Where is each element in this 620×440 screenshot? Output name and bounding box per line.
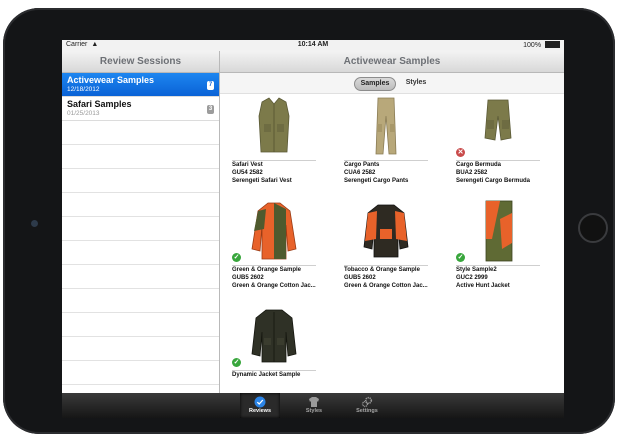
tab-label: Styles <box>305 408 323 414</box>
empty-row <box>62 145 219 169</box>
sample-name: Cargo Pants <box>344 162 380 168</box>
session-badge: 7 <box>207 81 214 90</box>
sample-desc: Active Hunt Jacket <box>456 283 510 289</box>
home-button[interactable] <box>578 213 608 243</box>
reviews-icon <box>254 396 266 408</box>
sample-desc: Serengeti Cargo Pants <box>344 178 409 184</box>
sessions-panel: Review Sessions Activewear Samples 12/18… <box>62 51 220 393</box>
sample-card[interactable]: Cargo Pants CUA6 2582 Serengeti Cargo Pa… <box>336 94 436 185</box>
sample-name: Green & Orange Sample <box>232 267 302 273</box>
tab-reviews[interactable]: Reviews <box>240 393 280 418</box>
sample-desc: Green & Orange Cotton Jac... <box>344 283 428 289</box>
camera-icon <box>31 220 38 227</box>
session-title: Activewear Samples <box>67 75 155 85</box>
session-date: 12/18/2012 <box>67 86 100 93</box>
empty-row <box>62 289 219 313</box>
jacket-icon <box>251 202 297 260</box>
jacket-icon <box>363 204 409 258</box>
sample-code: CUA6 2582 <box>344 170 376 176</box>
pants-icon <box>375 97 397 155</box>
approved-icon: ✓ <box>232 358 241 367</box>
samples-panel: Activewear Samples Samples Styles Safari… <box>220 51 564 393</box>
rejected-icon: ✕ <box>456 148 465 157</box>
sample-code: GUB5 2602 <box>232 275 264 281</box>
segment-samples[interactable]: Samples <box>354 77 396 91</box>
session-title: Safari Samples <box>67 99 132 109</box>
battery-percent: 100% <box>523 42 542 49</box>
empty-row <box>62 265 219 289</box>
ipad-frame: Carrier ▲ 10:14 AM 100% Review Sessions … <box>3 8 615 434</box>
empty-row <box>62 217 219 241</box>
screen: Carrier ▲ 10:14 AM 100% Review Sessions … <box>62 40 564 418</box>
sample-desc: Green & Orange Cotton Jac... <box>232 283 316 289</box>
sample-card[interactable]: Tobacco & Orange Sample GUB5 2602 Green … <box>336 199 436 290</box>
gears-icon <box>361 396 373 408</box>
sample-card[interactable]: ✓ Dynamic Jacket Sample <box>224 304 324 379</box>
sample-name: Tobacco & Orange Sample <box>344 267 420 273</box>
jacket-icon <box>251 309 297 363</box>
empty-row <box>62 169 219 193</box>
session-badge: 3 <box>207 105 214 114</box>
sample-code: GUC2 2999 <box>456 275 488 281</box>
status-bar: Carrier ▲ 10:14 AM 100% <box>62 40 564 51</box>
session-item[interactable]: Activewear Samples 12/18/2012 7 <box>62 73 219 97</box>
vest-icon <box>258 97 290 153</box>
clock: 10:14 AM <box>297 41 329 48</box>
empty-row <box>62 241 219 265</box>
shirt-icon <box>309 397 319 407</box>
sample-code: GU54 2582 <box>232 170 263 176</box>
sample-code: BUA2 2582 <box>456 170 488 176</box>
sample-name: Style Sample2 <box>456 267 497 273</box>
samples-title: Activewear Samples <box>220 51 564 73</box>
sample-card[interactable]: Safari Vest GU54 2582 Serengeti Safari V… <box>224 94 324 185</box>
empty-row <box>62 337 219 361</box>
tab-styles[interactable]: Styles <box>294 393 334 418</box>
empty-row <box>62 121 219 145</box>
samples-grid: Safari Vest GU54 2582 Serengeti Safari V… <box>220 94 564 393</box>
empty-row <box>62 313 219 337</box>
sample-card[interactable]: ✕ Cargo Bermuda BUA2 2582 Serengeti Carg… <box>448 94 548 185</box>
tab-settings[interactable]: Settings <box>347 393 387 418</box>
session-date: 01/25/2013 <box>67 110 100 117</box>
approved-icon: ✓ <box>456 253 465 262</box>
battery-icon <box>545 41 560 48</box>
sessions-title: Review Sessions <box>62 51 219 73</box>
tab-label: Reviews <box>248 408 271 414</box>
jacket-icon <box>485 200 513 262</box>
sample-name: Safari Vest <box>232 162 263 168</box>
approved-icon: ✓ <box>232 253 241 262</box>
segment-styles[interactable]: Styles <box>398 77 434 89</box>
sample-desc: Serengeti Safari Vest <box>232 178 292 184</box>
session-item[interactable]: Safari Samples 01/25/2013 3 <box>62 97 219 121</box>
tab-bar: Reviews Styles Settings <box>62 393 564 418</box>
sample-card[interactable]: ✓ Style Sample2 GUC2 2999 Active Hunt Ja… <box>448 199 548 290</box>
sample-card[interactable]: ✓ Green & Orange Sample GUB5 2602 Green … <box>224 199 324 290</box>
empty-row <box>62 361 219 385</box>
sample-name: Dynamic Jacket Sample <box>232 372 301 378</box>
sample-name: Cargo Bermuda <box>456 162 502 168</box>
empty-row <box>62 193 219 217</box>
shorts-icon <box>484 99 512 141</box>
sample-code: GUB5 2602 <box>344 275 376 281</box>
segmented-control: Samples Styles <box>220 73 564 94</box>
tab-label: Settings <box>356 408 378 414</box>
sample-desc: Serengeti Cargo Bermuda <box>456 178 531 184</box>
